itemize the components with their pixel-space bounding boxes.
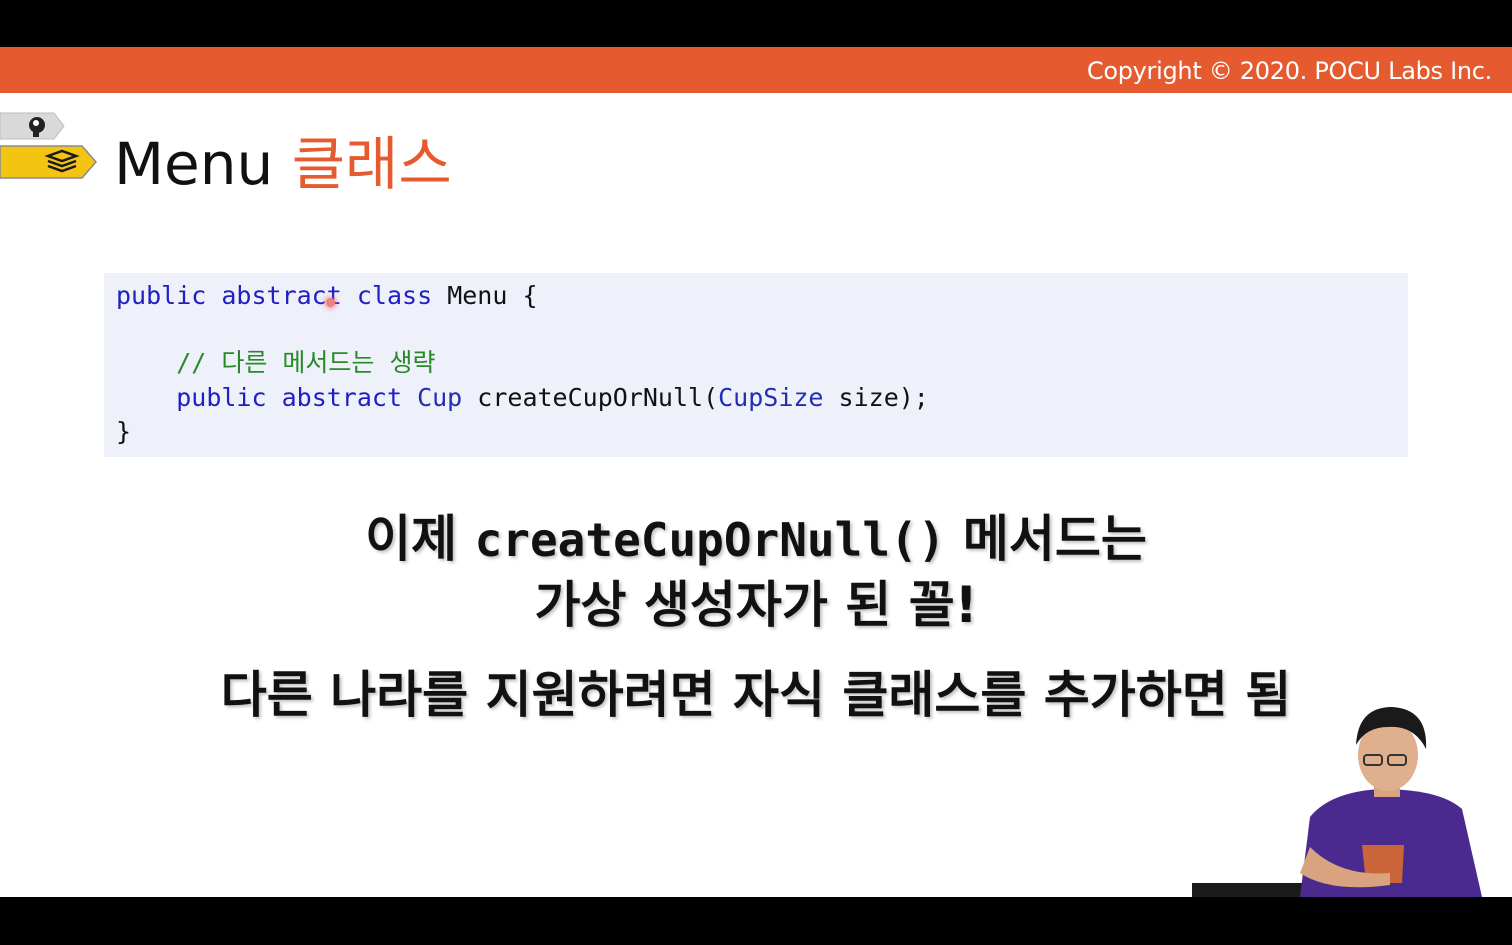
code-param: size); bbox=[838, 383, 929, 412]
statement-text: 이제 bbox=[365, 510, 458, 568]
code-line-4: } bbox=[116, 417, 131, 447]
code-keyword: public bbox=[116, 281, 207, 310]
header-banner: Copyright © 2020. POCU Labs Inc. bbox=[0, 47, 1512, 93]
title-accent: 클래스 bbox=[291, 130, 452, 198]
code-type: CupSize bbox=[718, 383, 824, 412]
code-brace: { bbox=[522, 281, 538, 310]
presenter-video bbox=[1192, 707, 1482, 897]
code-line-2: // 다른 메서드는 생략 bbox=[116, 348, 435, 378]
code-comment: // 다른 메서드는 생략 bbox=[176, 348, 436, 377]
copyright-text: Copyright © 2020. POCU Labs Inc. bbox=[1086, 57, 1492, 85]
statement-line-2: 가상 생성자가 된 꼴! bbox=[534, 576, 978, 634]
pointer-cursor bbox=[326, 298, 335, 307]
code-keyword: abstract bbox=[281, 383, 403, 412]
code-block: public abstract class Menu { // 다른 메서드는 … bbox=[104, 273, 1408, 457]
books-stack-icon bbox=[0, 145, 97, 179]
code-keyword: class bbox=[356, 281, 433, 310]
statement-code: createCupOrNull() bbox=[474, 513, 946, 567]
code-line-3: public abstract Cup createCupOrNull(CupS… bbox=[116, 383, 929, 413]
statement-line-1: 이제 createCupOrNull() 메서드는 bbox=[0, 509, 1512, 570]
lecture-slide: Copyright © 2020. POCU Labs Inc. Menu 클래… bbox=[0, 47, 1512, 897]
code-class-name: Menu bbox=[447, 281, 508, 310]
code-type: Cup bbox=[417, 383, 463, 412]
code-line-1: public abstract class Menu { bbox=[116, 281, 538, 311]
code-method: createCupOrNull( bbox=[477, 383, 719, 412]
video-frame: Copyright © 2020. POCU Labs Inc. Menu 클래… bbox=[0, 0, 1512, 945]
letterbox-top bbox=[0, 0, 1512, 47]
statement-text: 메서드는 bbox=[962, 510, 1147, 568]
code-keyword: abstract bbox=[221, 281, 342, 310]
code-keyword: public bbox=[176, 383, 267, 412]
letterbox-bottom bbox=[0, 897, 1512, 945]
brain-head-icon bbox=[0, 112, 65, 140]
code-brace: } bbox=[116, 417, 132, 446]
slide-title: Menu 클래스 bbox=[114, 129, 452, 199]
title-main: Menu bbox=[114, 130, 274, 198]
